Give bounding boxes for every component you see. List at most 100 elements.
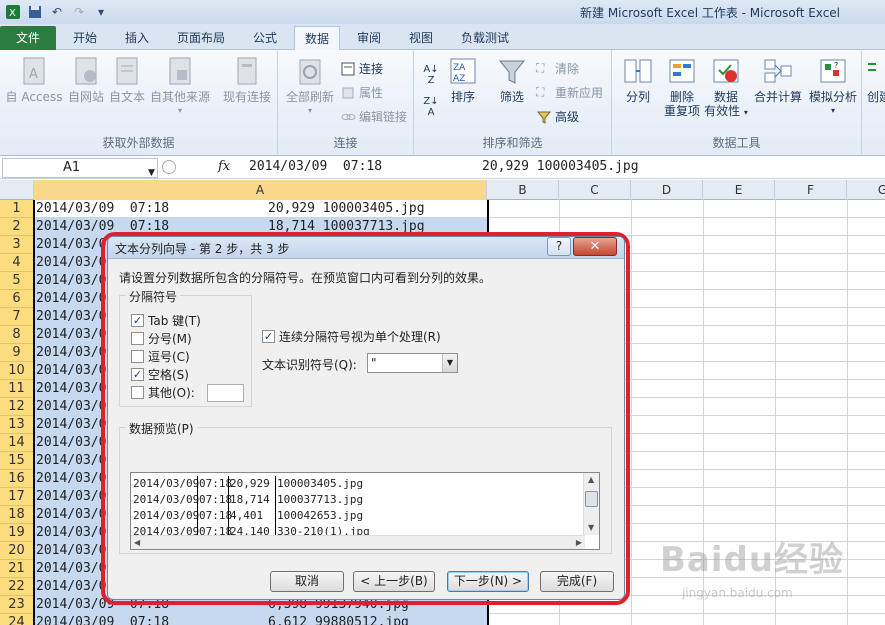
comma-checkbox[interactable]: 逗号(C) (131, 348, 190, 365)
connections-button[interactable]: 连接 (340, 60, 383, 77)
other-checkbox[interactable]: 其他(O): (131, 384, 195, 401)
row-header[interactable]: 24 (0, 614, 34, 625)
insert-function-icon[interactable]: fx (218, 159, 230, 174)
column-header-d[interactable]: D (631, 180, 703, 200)
other-delimiter-input[interactable] (207, 384, 244, 402)
advanced-filter-button[interactable]: 高级 (536, 108, 579, 125)
row-header[interactable]: 10 (0, 362, 34, 380)
tab-checkbox[interactable]: ✓ Tab 键(T) (131, 312, 201, 329)
column-header-b[interactable]: B (487, 180, 559, 200)
refresh-all-button[interactable]: 全部刷新 ▾ (282, 56, 338, 118)
tab-file[interactable]: 文件 (0, 26, 56, 50)
tab-data[interactable]: 数据 (294, 26, 340, 50)
remove-duplicates-button[interactable]: 删除 重复项 (662, 56, 702, 118)
data-preview-area[interactable]: 2014/03/09 07:18 20,929 100003405.jpg 2014/0… (130, 472, 600, 550)
create-group-button[interactable]: 创建 (864, 56, 885, 104)
row-header[interactable]: 8 (0, 326, 34, 344)
column-header-f[interactable]: F (775, 180, 847, 200)
cancel-button[interactable]: 取消 (270, 571, 344, 592)
column-header-g[interactable]: G (847, 180, 885, 200)
consolidate-button[interactable]: 合并计算 (750, 56, 806, 104)
column-break-line[interactable] (228, 476, 229, 540)
back-button[interactable]: < 上一步(B) (353, 571, 435, 592)
customize-qat-icon[interactable]: ▾ (92, 3, 110, 20)
row-header[interactable]: 16 (0, 470, 34, 488)
row-header[interactable]: 13 (0, 416, 34, 434)
row-header[interactable]: 5 (0, 272, 34, 290)
undo-icon[interactable]: ↶ (48, 3, 66, 20)
text-qualifier-select[interactable]: " ▼ (367, 353, 458, 373)
horizontal-scrollbar[interactable]: ◀ ▶ (131, 535, 585, 549)
scroll-up-icon[interactable]: ▲ (588, 475, 594, 484)
row-header[interactable]: 6 (0, 290, 34, 308)
consecutive-delimiters-checkbox[interactable]: ✓ 连续分隔符号视为单个处理(R) (262, 328, 441, 345)
what-if-analysis-button[interactable]: ? 模拟分析 ▾ (806, 56, 860, 118)
vertical-scrollbar[interactable]: ▲ ▼ (583, 473, 599, 535)
redo-icon[interactable]: ↷ (70, 3, 88, 20)
row-header[interactable]: 15 (0, 452, 34, 470)
next-button[interactable]: 下一步(N) > (447, 571, 529, 592)
dialog-title-bar[interactable]: 文本分列向导 - 第 2 步，共 3 步 ? ✕ (108, 237, 624, 259)
tab-load-test[interactable]: 负载测试 (452, 26, 518, 50)
row-header[interactable]: 22 (0, 578, 34, 596)
scroll-right-icon[interactable]: ▶ (576, 538, 582, 547)
tab-insert[interactable]: 插入 (114, 26, 160, 50)
row-header[interactable]: 9 (0, 344, 34, 362)
tab-view[interactable]: 视图 (398, 26, 444, 50)
from-web-button[interactable]: 自网站 (62, 56, 110, 104)
row-header[interactable]: 12 (0, 398, 34, 416)
tab-review[interactable]: 审阅 (346, 26, 392, 50)
existing-connections-button[interactable]: 现有连接 (220, 56, 274, 104)
reapply-button[interactable]: ⛶ 重新应用 (536, 84, 603, 101)
filter-button[interactable]: 筛选 (494, 56, 530, 104)
scroll-thumb[interactable] (585, 491, 598, 507)
row-header[interactable]: 7 (0, 308, 34, 326)
row-header[interactable]: 4 (0, 254, 34, 272)
help-button[interactable]: ? (547, 237, 571, 256)
row-header[interactable]: 14 (0, 434, 34, 452)
save-icon[interactable] (26, 3, 44, 20)
scroll-down-icon[interactable]: ▼ (588, 523, 594, 532)
sort-ascending-button[interactable]: A↓ Z (420, 64, 442, 86)
tab-formulas[interactable]: 公式 (242, 26, 288, 50)
row-header[interactable]: 3 (0, 236, 34, 254)
edit-links-button[interactable]: 编辑链接 (340, 108, 407, 125)
semicolon-checkbox[interactable]: 分号(M) (131, 330, 192, 347)
finish-button[interactable]: 完成(F) (540, 571, 614, 592)
row-header[interactable]: 19 (0, 524, 34, 542)
row-header[interactable]: 11 (0, 380, 34, 398)
column-break-line[interactable] (197, 476, 198, 540)
row-header[interactable]: 2 (0, 218, 34, 236)
from-text-button[interactable]: 自文本 (106, 56, 148, 104)
formula-content-2[interactable]: 20,929 100003405.jpg (482, 159, 639, 174)
close-button[interactable]: ✕ (573, 237, 617, 256)
tab-home[interactable]: 开始 (62, 26, 108, 50)
text-to-columns-button[interactable]: 分列 (620, 56, 656, 104)
space-checkbox[interactable]: ✓ 空格(S) (131, 366, 189, 383)
data-validation-button[interactable]: 数据 有效性 ▾ (704, 56, 748, 120)
tab-page-layout[interactable]: 页面布局 (168, 26, 234, 50)
checkbox-unchecked-icon (131, 350, 144, 363)
sort-button[interactable]: ZA AZ 排序 (446, 56, 480, 104)
column-header-c[interactable]: C (559, 180, 631, 200)
checkbox-checked-icon: ✓ (131, 314, 144, 327)
row-header[interactable]: 20 (0, 542, 34, 560)
column-header-e[interactable]: E (703, 180, 775, 200)
row-header[interactable]: 1 (0, 200, 34, 218)
name-box[interactable]: A1 ▼ (2, 158, 158, 178)
row-header[interactable]: 17 (0, 488, 34, 506)
column-header-a[interactable]: A (34, 180, 487, 200)
row-header[interactable]: 23 (0, 596, 34, 614)
column-break-line[interactable] (275, 476, 276, 540)
scroll-left-icon[interactable]: ◀ (134, 538, 140, 547)
clear-filter-button[interactable]: ⛶ 清除 (536, 60, 579, 77)
select-all-corner[interactable] (0, 180, 34, 200)
sort-descending-button[interactable]: Z↓ A (420, 96, 442, 118)
properties-button[interactable]: 属性 (340, 84, 383, 101)
from-other-sources-button[interactable]: 自其他来源 ▾ (148, 56, 212, 118)
chevron-down-icon[interactable]: ▼ (442, 354, 457, 372)
formula-content[interactable]: 2014/03/09 07:18 (249, 159, 382, 174)
row-header[interactable]: 18 (0, 506, 34, 524)
from-access-button[interactable]: A 自 Access (4, 56, 64, 104)
row-header[interactable]: 21 (0, 560, 34, 578)
